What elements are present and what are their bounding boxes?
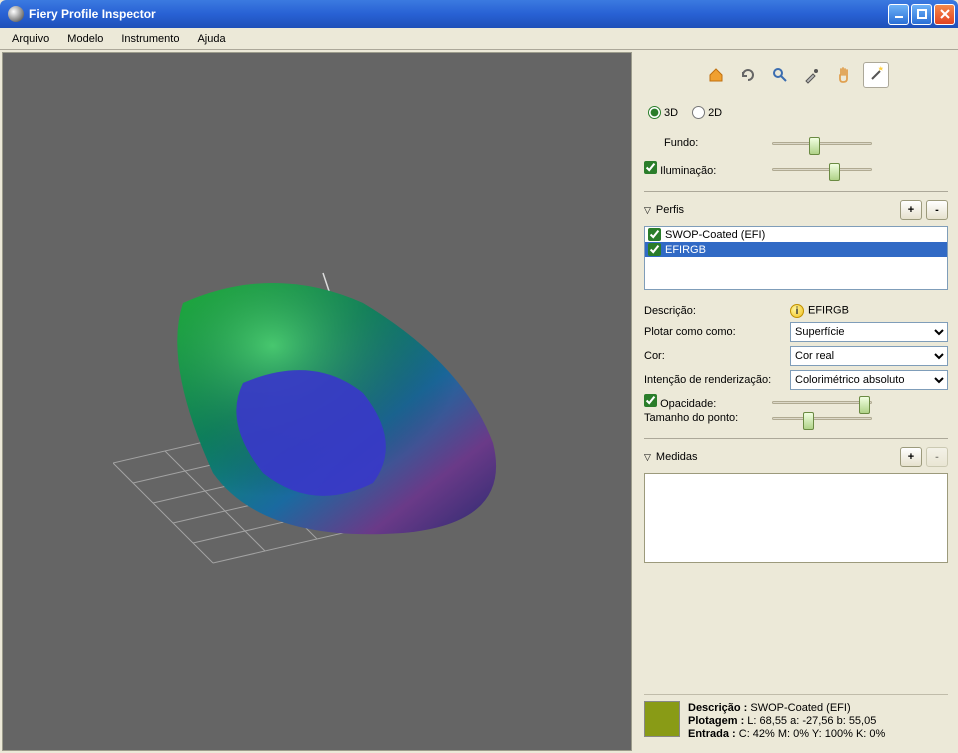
measurements-section: ▽ Medidas + -	[644, 438, 948, 563]
chevron-down-icon[interactable]: ▽	[644, 452, 651, 463]
intent-label: Intenção de renderização:	[644, 374, 784, 386]
view-toolbar	[644, 62, 948, 88]
maximize-button[interactable]	[911, 4, 932, 25]
plot-as-label: Plotar como como:	[644, 326, 784, 338]
close-button[interactable]	[934, 4, 955, 25]
dotsize-label: Tamanho do ponto:	[644, 412, 764, 424]
status-lines: Descrição : SWOP-Coated (EFI) Plotagem :…	[688, 701, 885, 741]
add-profile-button[interactable]: +	[900, 200, 922, 220]
radio-3d[interactable]: 3D	[648, 106, 678, 119]
rotate-button[interactable]	[735, 62, 761, 88]
gamut-plot	[113, 243, 533, 583]
titlebar: Fiery Profile Inspector	[0, 0, 958, 28]
lighting-checkbox[interactable]: Iluminação:	[644, 161, 764, 177]
zoom-button[interactable]	[767, 62, 793, 88]
chevron-down-icon[interactable]: ▽	[644, 205, 651, 216]
remove-profile-button[interactable]: -	[926, 200, 948, 220]
control-panel: 3D 2D Fundo: Iluminação: ▽ Perfis + - SW…	[634, 50, 958, 753]
background-slider[interactable]	[772, 142, 872, 145]
list-item[interactable]: SWOP-Coated (EFI)	[645, 227, 947, 242]
minimize-button[interactable]	[888, 4, 909, 25]
color-label: Cor:	[644, 350, 784, 362]
view-mode-radios: 3D 2D	[644, 104, 948, 127]
opacity-checkbox[interactable]: Opacidade:	[644, 394, 764, 410]
app-icon	[8, 6, 24, 22]
plot-as-select[interactable]: Superfície	[790, 322, 948, 342]
add-measurement-button[interactable]: +	[900, 447, 922, 467]
profiles-title: Perfis	[656, 204, 684, 216]
radio-2d[interactable]: 2D	[692, 106, 722, 119]
status-box: Descrição : SWOP-Coated (EFI) Plotagem :…	[644, 694, 948, 747]
menubar: Arquivo Modelo Instrumento Ajuda	[0, 28, 958, 50]
measurements-list[interactable]	[644, 473, 948, 563]
pan-button[interactable]	[831, 62, 857, 88]
description-label: Descrição:	[644, 305, 784, 317]
window-title: Fiery Profile Inspector	[29, 7, 888, 21]
info-icon: i	[790, 304, 804, 318]
background-label: Fundo:	[644, 137, 764, 149]
menu-arquivo[interactable]: Arquivo	[4, 31, 57, 47]
measurements-title: Medidas	[656, 451, 698, 463]
menu-ajuda[interactable]: Ajuda	[189, 31, 233, 47]
remove-measurement-button[interactable]: -	[926, 447, 948, 467]
3d-viewport[interactable]	[2, 52, 632, 751]
description-value: iEFIRGB	[790, 304, 948, 318]
home-button[interactable]	[703, 62, 729, 88]
window-buttons	[888, 4, 955, 25]
wand-button[interactable]	[863, 62, 889, 88]
color-swatch	[644, 701, 680, 737]
profiles-section: ▽ Perfis + - SWOP-Coated (EFI) EFIRGB De…	[644, 191, 948, 426]
profiles-list[interactable]: SWOP-Coated (EFI) EFIRGB	[644, 226, 948, 290]
menu-modelo[interactable]: Modelo	[59, 31, 111, 47]
lighting-slider[interactable]	[772, 168, 872, 171]
menu-instrumento[interactable]: Instrumento	[113, 31, 187, 47]
list-item[interactable]: EFIRGB	[645, 242, 947, 257]
dotsize-slider[interactable]	[772, 417, 872, 420]
intent-select[interactable]: Colorimétrico absoluto	[790, 370, 948, 390]
color-select[interactable]: Cor real	[790, 346, 948, 366]
opacity-slider[interactable]	[772, 401, 872, 404]
eyedropper-button[interactable]	[799, 62, 825, 88]
